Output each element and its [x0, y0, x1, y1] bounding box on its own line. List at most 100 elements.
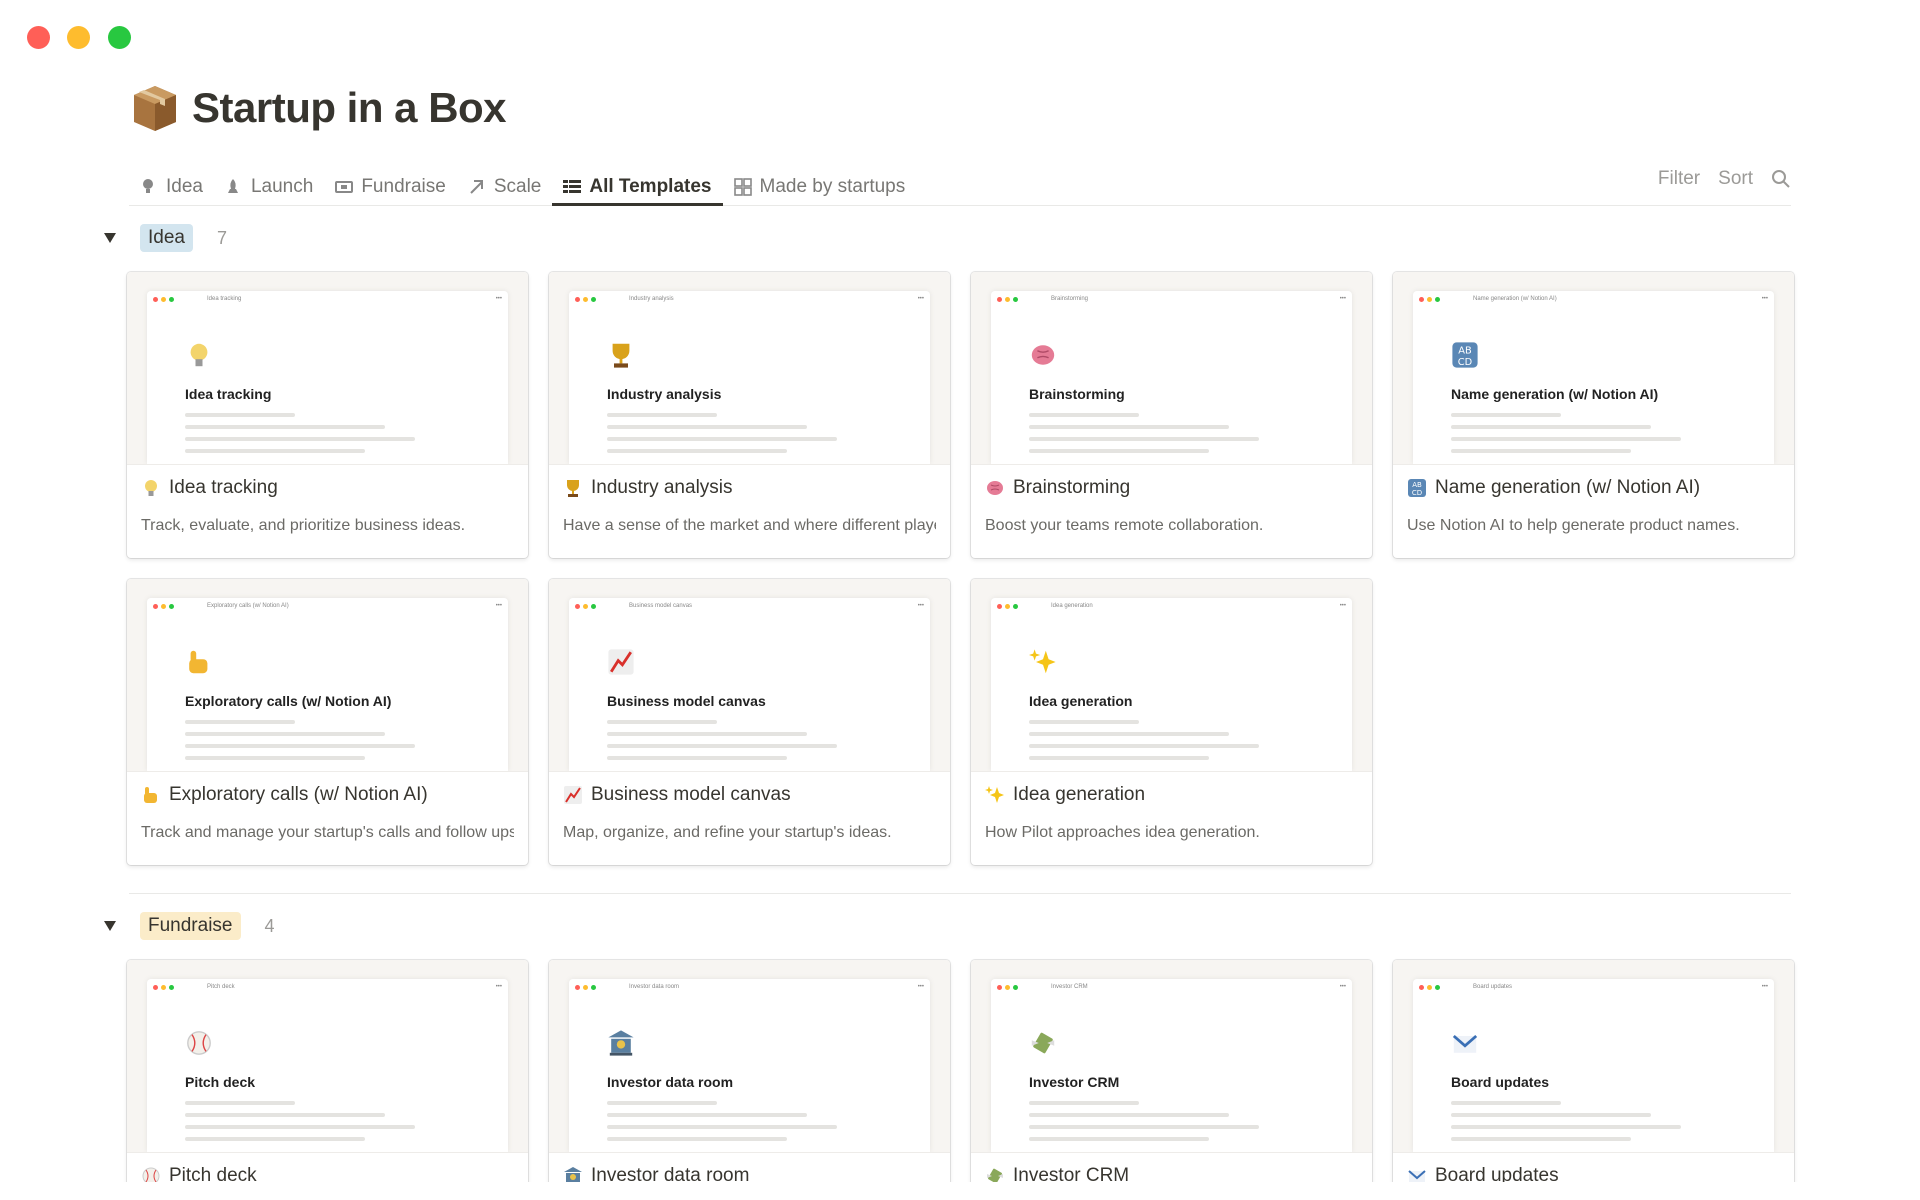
sort-button[interactable]: Sort	[1718, 168, 1753, 190]
svg-text:CD: CD	[1458, 357, 1472, 368]
collapse-triangle-icon[interactable]	[104, 921, 116, 931]
preview-share: •••	[1339, 603, 1346, 609]
preview-titlebar: Industry analysis •••	[569, 291, 930, 307]
close-window-button[interactable]	[27, 26, 50, 49]
preview-window: Board updates ••• Board updates	[1413, 979, 1774, 1152]
preview-page-name: Exploratory calls (w/ Notion AI)	[207, 603, 289, 609]
tab-launch[interactable]: Launch	[214, 164, 324, 205]
preview-share: •••	[917, 603, 924, 609]
card-body: Investor data room	[549, 1153, 950, 1182]
package-icon	[134, 86, 176, 131]
template-card[interactable]: Brainstorming ••• Brainstorming Brainsto…	[971, 272, 1372, 558]
baseball-icon	[187, 1031, 211, 1055]
template-card[interactable]: Business model canvas ••• Business model…	[549, 579, 950, 865]
rocket-icon	[227, 178, 238, 193]
filter-button[interactable]: Filter	[1658, 168, 1700, 190]
preview-page-name: Investor CRM	[1051, 984, 1088, 990]
card-description: Track and manage your startup's calls an…	[141, 824, 514, 841]
card-preview: Industry analysis ••• Industry analysis	[549, 272, 950, 465]
card-description: Use Notion AI to help generate product n…	[1407, 517, 1740, 534]
group-label: Idea	[140, 224, 193, 252]
tab-made-by-startups[interactable]: Made by startups	[723, 164, 917, 205]
tab-fundraise[interactable]: Fundraise	[324, 164, 457, 205]
preview-window: Business model canvas ••• Business model…	[569, 598, 930, 771]
tab-label: Launch	[250, 175, 314, 197]
group-header-idea[interactable]: Idea 7	[104, 224, 227, 252]
preview-share: •••	[495, 296, 502, 302]
minimize-window-button[interactable]	[67, 26, 90, 49]
preview-share: •••	[1339, 296, 1346, 302]
money-wings-icon	[987, 1168, 1003, 1182]
card-body: Idea tracking Track, evaluate, and prior…	[127, 465, 528, 547]
tab-scale[interactable]: Scale	[457, 164, 553, 205]
card-title: Industry analysis	[591, 477, 733, 498]
envelope-icon	[1408, 1170, 1426, 1182]
preview-titlebar: Name generation (w/ Notion AI) •••	[1413, 291, 1774, 307]
card-preview: Exploratory calls (w/ Notion AI) ••• Exp…	[127, 579, 528, 772]
template-card[interactable]: Name generation (w/ Notion AI) ••• AB CD …	[1393, 272, 1794, 558]
card-description: How Pilot approaches idea generation.	[985, 824, 1260, 841]
preview-titlebar: Board updates •••	[1413, 979, 1774, 995]
preview-share: •••	[1761, 296, 1768, 302]
template-card[interactable]: Pitch deck ••• Pitch deck Pitch deck	[127, 960, 528, 1182]
search-icon[interactable]	[1771, 169, 1791, 189]
call-me-hand-icon	[144, 787, 157, 803]
preview-titlebar: Business model canvas •••	[569, 598, 930, 614]
page-title: Startup in a Box	[192, 84, 507, 131]
tab-all-templates[interactable]: All Templates	[552, 164, 723, 206]
group-header-fundraise[interactable]: Fundraise 4	[104, 912, 275, 940]
trophy-icon	[567, 480, 579, 497]
preview-share: •••	[1339, 984, 1346, 990]
card-body: Industry analysis Have a sense of the ma…	[549, 465, 950, 547]
preview-window: Idea generation ••• Idea generation	[991, 598, 1352, 771]
card-title: Idea tracking	[169, 477, 278, 498]
preview-window: Industry analysis ••• Industry analysis	[569, 291, 930, 464]
tab-label: Idea	[166, 175, 203, 197]
tab-label: All Templates	[589, 175, 712, 197]
preview-share: •••	[495, 603, 502, 609]
template-card[interactable]: Exploratory calls (w/ Notion AI) ••• Exp…	[127, 579, 528, 865]
preview-titlebar: Exploratory calls (w/ Notion AI) •••	[147, 598, 508, 614]
template-card[interactable]: Idea tracking ••• Idea tracking Idea tra…	[127, 272, 528, 558]
fundraise-gallery: Pitch deck ••• Pitch deck Pitch deck Inv…	[127, 960, 1794, 1182]
template-card[interactable]: Idea generation ••• Idea generation Idea…	[971, 579, 1372, 865]
sparkles-icon	[985, 786, 1004, 803]
preview-title: Idea generation	[1029, 693, 1133, 709]
lightbulb-icon	[143, 178, 153, 193]
group-count: 4	[264, 915, 275, 936]
card-body: Business model canvas Map, organize, and…	[549, 772, 950, 854]
preview-page-name: Brainstorming	[1051, 296, 1089, 302]
card-title: Exploratory calls (w/ Notion AI)	[169, 784, 428, 805]
preview-titlebar: Pitch deck •••	[147, 979, 508, 995]
abcd-icon: ABCD	[1408, 479, 1426, 497]
lightbulb-icon	[145, 480, 157, 496]
template-card[interactable]: Investor CRM ••• Investor CRM Investor C…	[971, 960, 1372, 1182]
preview-window: Brainstorming ••• Brainstorming	[991, 291, 1352, 464]
card-body: Board updates	[1393, 1153, 1794, 1182]
card-body: Pitch deck	[127, 1153, 528, 1182]
preview-page-name: Investor data room	[629, 984, 680, 990]
money-icon	[335, 180, 354, 193]
tab-idea[interactable]: Idea	[129, 164, 214, 205]
template-card[interactable]: Industry analysis ••• Industry analysis …	[549, 272, 950, 558]
preview-window: Pitch deck ••• Pitch deck	[147, 979, 508, 1152]
card-title: Idea generation	[1013, 784, 1146, 805]
preview-share: •••	[917, 296, 924, 302]
table-icon	[563, 179, 582, 193]
lightbulb-icon	[190, 343, 208, 367]
card-preview: Pitch deck ••• Pitch deck	[127, 960, 528, 1153]
gallery-icon	[733, 177, 752, 196]
collapse-triangle-icon[interactable]	[104, 233, 116, 243]
preview-page-name: Idea tracking	[207, 296, 242, 302]
card-description: Boost your teams remote collaboration.	[985, 517, 1264, 534]
card-body: Investor CRM	[971, 1153, 1372, 1182]
preview-title: Investor data room	[607, 1074, 734, 1090]
preview-page-name: Business model canvas	[629, 603, 693, 609]
card-title: Business model canvas	[591, 784, 791, 805]
page: Startup in a Box Idea Launch Fundraise Scal…	[0, 0, 1920, 1182]
template-card[interactable]: Investor data room ••• Investor data roo…	[549, 960, 950, 1182]
card-body: Idea generation How Pilot approaches ide…	[971, 772, 1372, 854]
arrow-up-right-icon	[470, 179, 483, 194]
maximize-window-button[interactable]	[108, 26, 131, 49]
template-card[interactable]: Board updates ••• Board updates Board up…	[1393, 960, 1794, 1182]
